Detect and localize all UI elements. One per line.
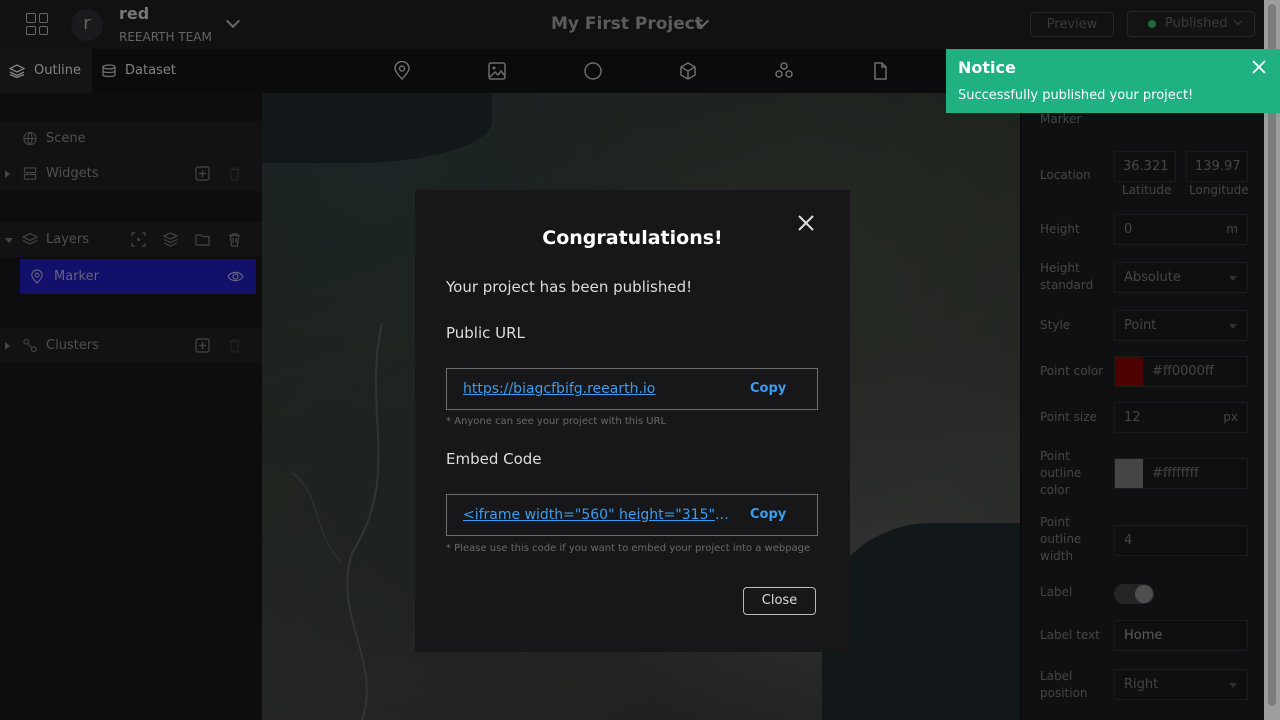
copy-url-button[interactable]: Copy	[750, 381, 786, 396]
notice-title: Notice	[958, 58, 1016, 77]
close-button[interactable]: Close	[743, 587, 816, 615]
public-url-heading: Public URL	[446, 324, 525, 342]
embed-code-heading: Embed Code	[446, 450, 542, 468]
modal-title: Congratulations!	[542, 227, 723, 249]
public-url-hint: * Anyone can see your project with this …	[446, 416, 667, 427]
embed-code-box: <iframe width="560" height="315" src=...…	[446, 494, 818, 536]
close-icon[interactable]	[1252, 60, 1266, 74]
embed-code-link[interactable]: <iframe width="560" height="315" src=...	[463, 507, 733, 523]
modal-subtitle: Your project has been published!	[446, 278, 693, 296]
notice-message: Successfully published your project!	[958, 88, 1194, 103]
copy-embed-button[interactable]: Copy	[750, 507, 786, 522]
embed-code-hint: * Please use this code if you want to em…	[446, 543, 811, 554]
public-url-box: https://biagcfbifg.reearth.io Copy	[446, 368, 818, 410]
notice-toast: Notice Successfully published your proje…	[946, 49, 1280, 113]
public-url-link[interactable]: https://biagcfbifg.reearth.io	[463, 381, 733, 397]
publish-success-modal: Congratulations! Your project has been p…	[415, 190, 850, 652]
